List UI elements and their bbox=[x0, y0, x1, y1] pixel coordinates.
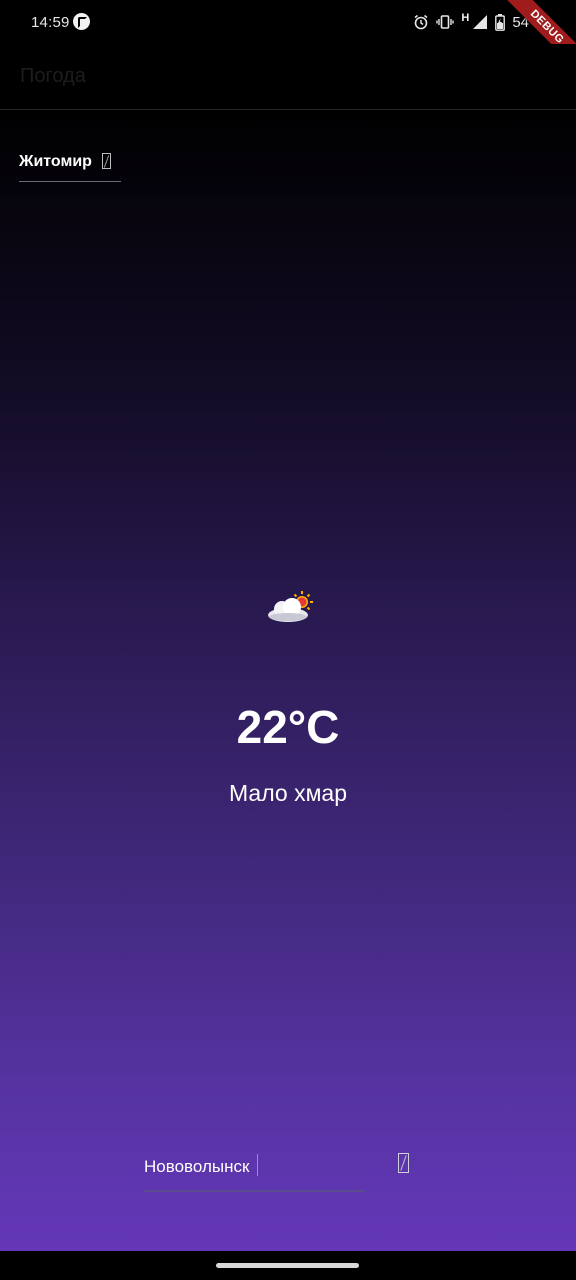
app-notification-icon bbox=[73, 13, 90, 30]
navigation-bar bbox=[0, 1251, 576, 1280]
home-indicator[interactable] bbox=[216, 1263, 359, 1268]
screen: 14:59 H 54 DEBUG Погода Житомир 22°C Мал… bbox=[0, 0, 576, 1280]
network-type-label: H bbox=[461, 12, 470, 24]
dropdown-icon[interactable] bbox=[102, 153, 111, 169]
status-icons: H 54 bbox=[413, 11, 529, 33]
alarm-icon bbox=[413, 14, 429, 30]
status-time: 14:59 bbox=[31, 14, 70, 31]
city-dropdown[interactable]: Житомир bbox=[19, 150, 121, 182]
city-search-input[interactable] bbox=[144, 1152, 365, 1182]
app-bar: Погода bbox=[0, 44, 576, 110]
signal-icon bbox=[472, 14, 488, 30]
weather-condition: Мало хмар bbox=[229, 780, 347, 806]
status-bar: 14:59 H 54 DEBUG bbox=[0, 0, 576, 80]
page-title: Погода bbox=[20, 65, 86, 87]
weather-content: Житомир 22°C Мало хмар bbox=[0, 110, 576, 1251]
temperature-value: 22°C bbox=[236, 701, 340, 753]
city-input-field[interactable] bbox=[144, 1148, 365, 1192]
city-dropdown-value: Житомир bbox=[19, 153, 92, 170]
vibrate-icon bbox=[436, 14, 455, 30]
battery-icon bbox=[495, 13, 506, 31]
search-icon[interactable] bbox=[398, 1153, 409, 1173]
cloud-sun-icon bbox=[266, 588, 314, 624]
text-cursor bbox=[257, 1154, 258, 1176]
